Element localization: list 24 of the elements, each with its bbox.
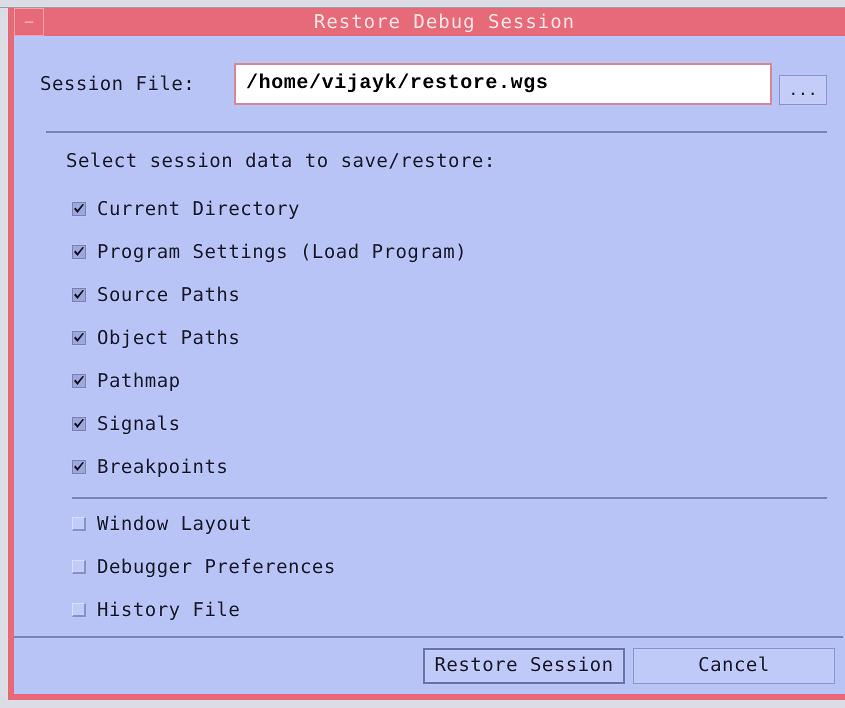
cancel-button[interactable]: Cancel	[633, 648, 835, 684]
section-prompt: Select session data to save/restore:	[66, 149, 497, 174]
restore-button[interactable]: Restore Session	[423, 648, 625, 684]
option-label: History File	[97, 598, 240, 623]
field-label: Session File:	[40, 72, 196, 97]
checkbox[interactable]	[72, 417, 86, 431]
option-label: Signals	[97, 412, 181, 437]
checkbox[interactable]	[72, 202, 86, 216]
option-label: Program Settings (Load Program)	[97, 240, 468, 265]
option-label: Object Paths	[97, 326, 240, 351]
option-label: Current Directory	[97, 196, 300, 222]
option-label: Window Layout	[97, 512, 252, 537]
browse-button[interactable]: ...	[779, 75, 827, 105]
window-title: Restore Debug Session	[312, 10, 576, 35]
checkbox[interactable]	[72, 331, 86, 345]
option-label: Debugger Preferences	[97, 554, 336, 580]
option-label: Breakpoints	[97, 454, 228, 480]
session-file-field[interactable]: /home/vijayk/restore.wgs	[234, 63, 772, 105]
checkbox[interactable]	[72, 460, 86, 474]
checkbox[interactable]	[72, 245, 86, 259]
checkbox[interactable]	[72, 374, 86, 388]
option-label: Source Paths	[97, 282, 240, 308]
checkbox[interactable]	[72, 288, 86, 302]
option-label: Pathmap	[97, 368, 181, 394]
